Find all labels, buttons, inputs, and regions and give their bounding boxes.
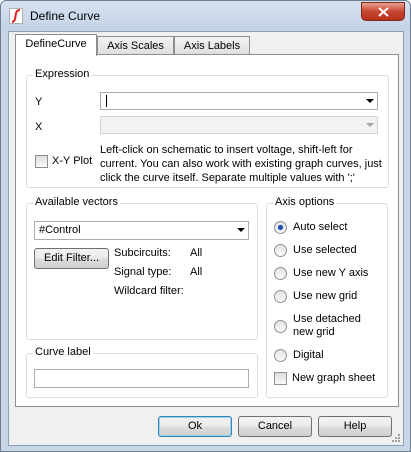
use-detached-new-grid-label[interactable]: Use detached new grid — [293, 313, 361, 339]
chevron-down-icon[interactable] — [237, 228, 245, 232]
dialog-window: Define Curve DefineCurve Axis Scales Axi… — [0, 0, 411, 452]
chevron-down-icon[interactable] — [366, 123, 374, 127]
new-graph-sheet-label[interactable]: New graph sheet — [292, 372, 375, 384]
y-expression-combo[interactable] — [100, 92, 378, 110]
radio-digital[interactable] — [274, 349, 287, 362]
curve-label-input[interactable] — [34, 369, 249, 388]
wildcard-filter-label: Wildcard filter: — [114, 285, 184, 297]
tab-axis-labels[interactable]: Axis Labels — [174, 36, 250, 56]
subcircuits-label: Subcircuits: — [114, 247, 171, 259]
help-button[interactable]: Help — [318, 416, 392, 437]
cancel-button[interactable]: Cancel — [238, 416, 312, 437]
signal-type-label: Signal type: — [114, 266, 172, 278]
dialog-client-area: DefineCurve Axis Scales Axis Labels Expr… — [8, 31, 404, 446]
expression-help-text: Left-click on schematic to insert voltag… — [100, 144, 382, 184]
ok-button-label: Ok — [187, 420, 203, 432]
cancel-button-label: Cancel — [257, 420, 293, 432]
radio-use-new-grid[interactable] — [274, 290, 287, 303]
app-logo-icon — [9, 8, 23, 24]
available-vectors-group-label: Available vectors — [33, 196, 120, 208]
vectors-selected: #Control — [39, 224, 81, 236]
new-graph-sheet-checkbox[interactable] — [274, 372, 287, 385]
tab-axis-labels-label: Axis Labels — [183, 40, 241, 52]
xy-plot-label[interactable]: X-Y Plot — [52, 155, 92, 167]
window-title: Define Curve — [30, 9, 101, 23]
close-button[interactable] — [361, 2, 405, 21]
text-cursor — [106, 95, 107, 107]
auto-select-label[interactable]: Auto select — [293, 221, 347, 233]
resize-grip-icon[interactable] — [391, 433, 401, 443]
chevron-down-icon[interactable] — [366, 99, 374, 103]
radio-auto-select[interactable] — [274, 221, 287, 234]
digital-label[interactable]: Digital — [293, 349, 324, 361]
y-label: Y — [35, 96, 43, 108]
x-expression-combo[interactable] — [100, 116, 378, 134]
use-new-grid-label[interactable]: Use new grid — [293, 290, 357, 302]
title-bar[interactable]: Define Curve — [1, 1, 410, 31]
subcircuits-value: All — [190, 247, 203, 259]
radio-use-detached-new-grid[interactable] — [274, 320, 287, 333]
radio-use-selected[interactable] — [274, 244, 287, 257]
expression-group-label: Expression — [33, 68, 92, 80]
definecurve-panel: Expression Y X X-Y Plot Left-click on sc… — [15, 54, 399, 407]
edit-filter-button-label: Edit Filter... — [43, 252, 100, 264]
radio-use-new-y-axis[interactable] — [274, 267, 287, 280]
vectors-combo[interactable]: #Control — [34, 221, 249, 240]
x-label: X — [35, 121, 43, 133]
xy-plot-checkbox[interactable] — [35, 155, 48, 168]
help-button-label: Help — [343, 420, 367, 432]
signal-type-value: All — [190, 266, 203, 278]
tab-definecurve[interactable]: DefineCurve — [15, 34, 97, 56]
tab-axis-scales-label: Axis Scales — [107, 40, 164, 52]
close-icon — [378, 7, 389, 17]
axis-options-group-label: Axis options — [273, 196, 337, 208]
tab-definecurve-label: DefineCurve — [25, 38, 87, 50]
edit-filter-button[interactable]: Edit Filter... — [34, 248, 109, 269]
ok-button[interactable]: Ok — [158, 416, 232, 437]
curve-label-group-label: Curve label — [33, 346, 93, 358]
use-selected-label[interactable]: Use selected — [293, 244, 357, 256]
tab-axis-scales[interactable]: Axis Scales — [97, 36, 174, 56]
use-new-y-axis-label[interactable]: Use new Y axis — [293, 267, 368, 279]
